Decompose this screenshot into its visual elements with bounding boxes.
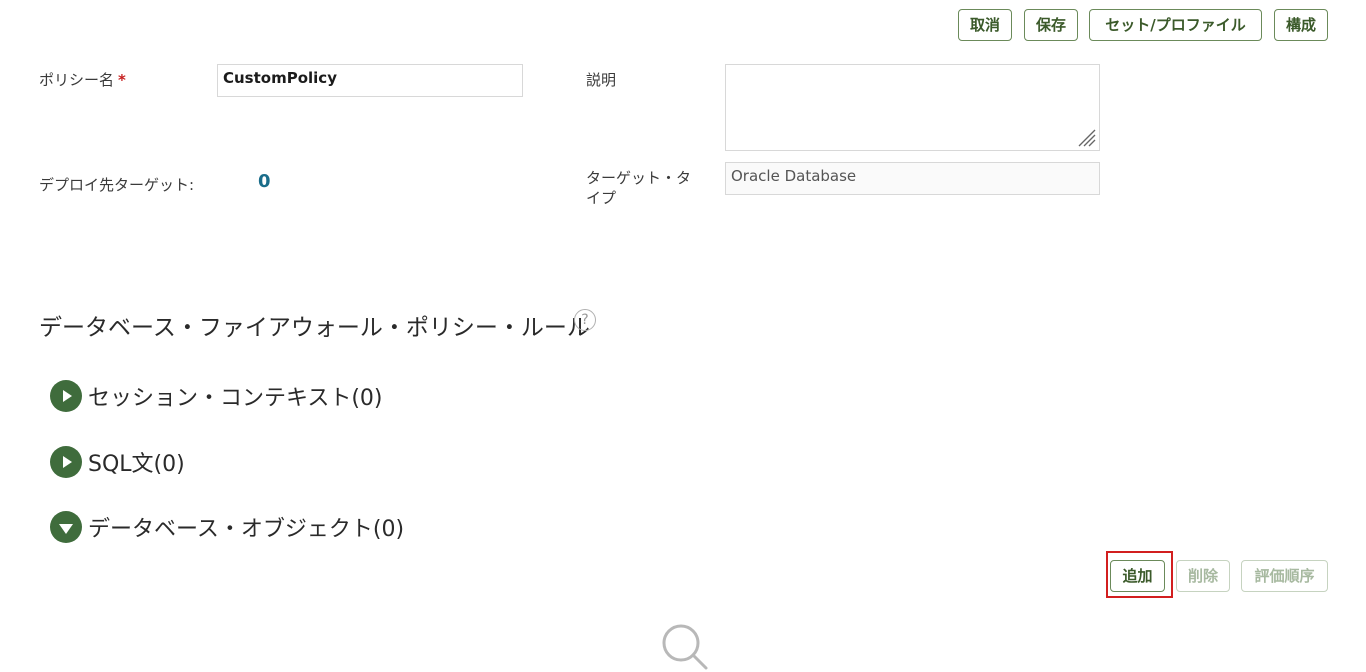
sql-statements-section[interactable]: SQL文(0) [50, 445, 185, 479]
expand-right-icon [50, 446, 82, 478]
set-profile-button[interactable]: セット/プロファイル [1089, 9, 1262, 41]
rules-section-title: データベース・ファイアウォール・ポリシー・ルール [39, 315, 590, 341]
save-button[interactable]: 保存 [1024, 9, 1078, 41]
configure-button[interactable]: 構成 [1274, 9, 1328, 41]
database-objects-section[interactable]: データベース・オブジェクト(0) [50, 510, 404, 544]
policy-name-label: ポリシー名 * [39, 69, 126, 90]
policy-name-input[interactable]: CustomPolicy [217, 64, 523, 97]
question-circle-icon[interactable]: ? [574, 309, 596, 331]
description-label: 説明 [586, 71, 617, 89]
collapse-down-icon [50, 511, 82, 543]
target-type-label: ターゲット・タ イプ [586, 168, 691, 208]
database-objects-label: データベース・オブジェクト(0) [88, 517, 405, 542]
delete-button[interactable]: 削除 [1176, 560, 1230, 592]
description-textarea[interactable] [725, 64, 1100, 151]
expand-right-icon [50, 380, 82, 412]
deploy-targets-count-link[interactable]: 0 [258, 171, 271, 192]
resize-grip-icon[interactable] [1075, 126, 1097, 148]
sql-statements-label: SQL文(0) [88, 452, 185, 477]
cancel-button[interactable]: 取消 [958, 9, 1012, 41]
policy-name-label-text: ポリシー名 [39, 71, 115, 89]
target-type-label-line1: ターゲット・タ [586, 169, 692, 187]
target-type-field: Oracle Database [725, 162, 1100, 195]
session-context-label: セッション・コンテキスト(0) [88, 386, 383, 411]
deploy-targets-label: デプロイ先ターゲット: [39, 176, 195, 194]
target-type-label-line2: イプ [586, 189, 617, 207]
required-mark: * [118, 71, 126, 89]
evaluation-order-button[interactable]: 評価順序 [1241, 560, 1328, 592]
session-context-section[interactable]: セッション・コンテキスト(0) [50, 379, 383, 413]
add-button[interactable]: 追加 [1110, 560, 1165, 592]
